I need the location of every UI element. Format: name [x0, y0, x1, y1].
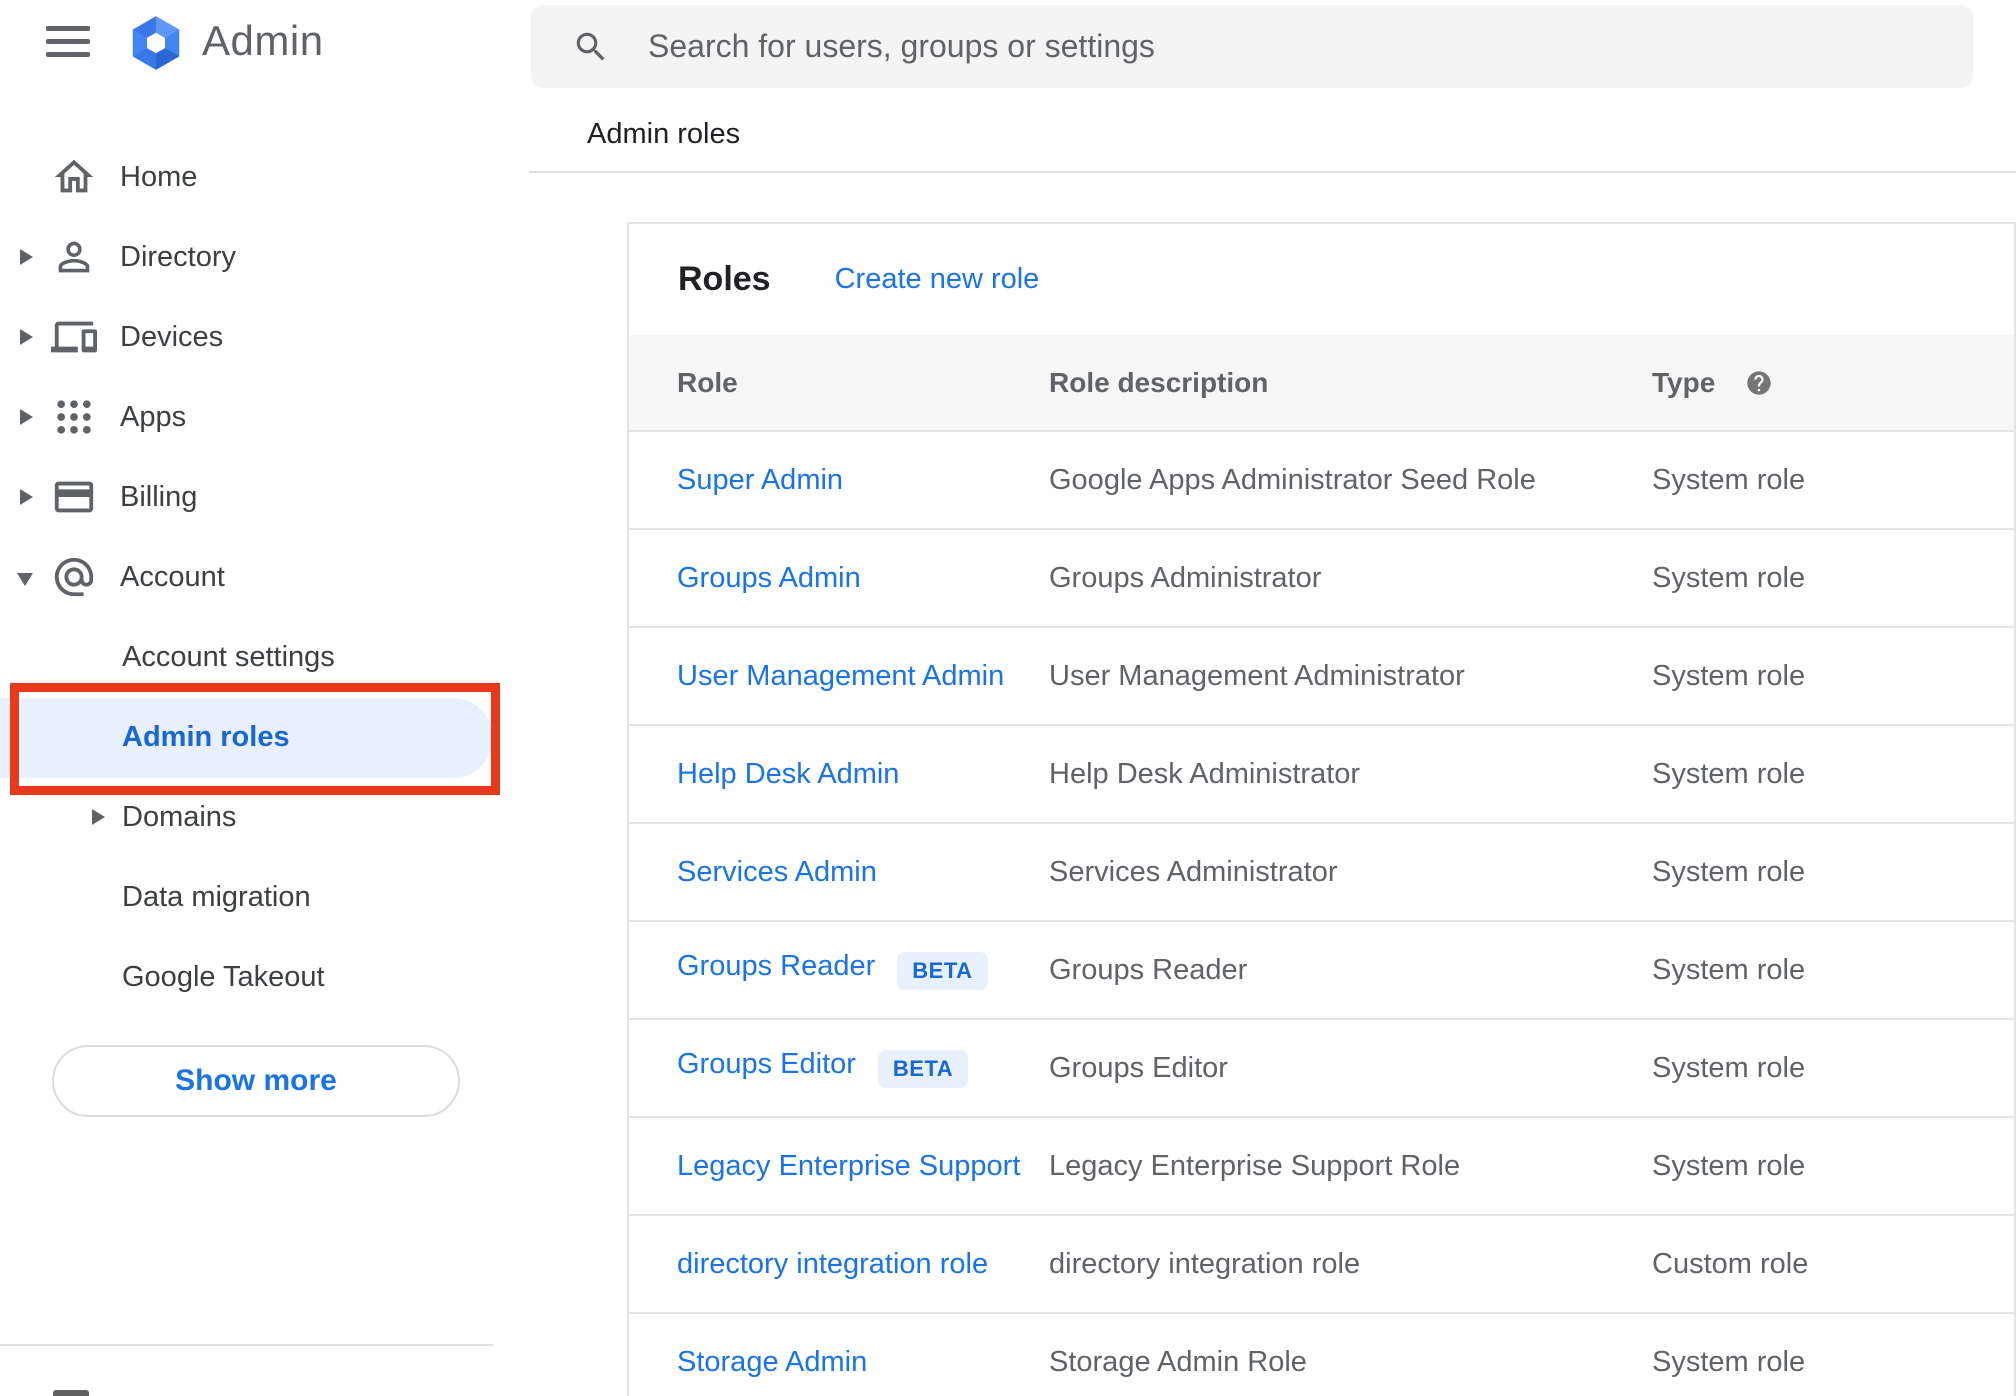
sidebar-item-account-settings[interactable]: Account settings — [0, 617, 531, 697]
caret-right-icon[interactable] — [20, 409, 33, 425]
role-link-user-management-admin[interactable]: User Management Admin — [677, 660, 1004, 692]
breadcrumb: Admin roles — [587, 118, 741, 150]
partial-cutoff-icon — [53, 1390, 89, 1396]
caret-right-icon[interactable] — [20, 249, 33, 265]
role-type: System role — [1652, 659, 1806, 692]
role-link-services-admin[interactable]: Services Admin — [677, 856, 877, 888]
role-type: System role — [1652, 757, 1806, 790]
role-description: Services Administrator — [1049, 855, 1338, 888]
role-type: System role — [1652, 1345, 1806, 1378]
beta-badge: BETA — [897, 951, 988, 990]
at-icon — [50, 553, 98, 601]
sidebar-item-billing[interactable]: Billing — [0, 457, 531, 537]
sidebar-item-account[interactable]: Account — [0, 537, 531, 617]
role-link-storage-admin[interactable]: Storage Admin — [677, 1346, 867, 1378]
table-row: Help Desk Admin Help Desk Administrator Sy… — [629, 724, 2014, 822]
column-header-description: Role description — [1049, 366, 1269, 398]
role-description: directory integration role — [1049, 1247, 1361, 1280]
role-link-super-admin[interactable]: Super Admin — [677, 464, 843, 496]
create-new-role-link[interactable]: Create new role — [835, 263, 1040, 296]
role-type: System role — [1652, 561, 1806, 594]
sidebar-item-label: Google Takeout — [122, 960, 325, 993]
sidebar-item-admin-roles[interactable]: Admin roles — [0, 697, 531, 777]
sidebar-item-label: Admin roles — [122, 720, 290, 753]
table-row: Super Admin Google Apps Administrator See… — [629, 430, 2014, 528]
role-link-groups-admin[interactable]: Groups Admin — [677, 562, 861, 594]
role-type: Custom role — [1652, 1247, 1809, 1280]
role-description: User Management Administrator — [1049, 659, 1465, 692]
role-link-groups-reader[interactable]: Groups Reader — [677, 950, 875, 982]
sidebar: Admin Home Directory Devices Apps Billing Acc… — [0, 0, 531, 1396]
table-row: directory integration role directory inte… — [629, 1214, 2014, 1312]
show-more-button[interactable]: Show more — [52, 1045, 460, 1117]
role-type: System role — [1652, 1051, 1806, 1084]
panel-title: Roles — [678, 260, 771, 298]
role-description: Groups Editor — [1049, 1051, 1228, 1084]
caret-right-icon[interactable] — [92, 809, 105, 825]
table-row: Groups Admin Groups Administrator System r… — [629, 528, 2014, 626]
caret-down-icon[interactable] — [17, 573, 33, 586]
table-row: Legacy Enterprise Support Legacy Enterpri… — [629, 1116, 2014, 1214]
column-header-role: Role — [677, 366, 738, 398]
role-description: Legacy Enterprise Support Role — [1049, 1149, 1461, 1182]
caret-right-icon[interactable] — [20, 489, 33, 505]
caret-right-icon[interactable] — [20, 329, 33, 345]
role-link-help-desk-admin[interactable]: Help Desk Admin — [677, 758, 899, 790]
role-description: Help Desk Administrator — [1049, 757, 1361, 790]
header-divider — [529, 171, 2016, 173]
role-link-legacy-enterprise-support[interactable]: Legacy Enterprise Support — [677, 1150, 1020, 1182]
sidebar-item-home[interactable]: Home — [0, 137, 531, 217]
admin-console-screen: Admin Home Directory Devices Apps Billing Acc… — [0, 0, 2016, 1396]
sidebar-item-label: Home — [120, 160, 198, 193]
sidebar-item-label: Account — [120, 560, 225, 593]
card-icon — [50, 473, 98, 521]
role-type: System role — [1652, 855, 1806, 888]
table-row: Services Admin Services Administrator Syst… — [629, 822, 2014, 920]
person-icon — [50, 233, 98, 281]
sidebar-item-label: Domains — [122, 800, 237, 833]
table-row: Groups Editor BETA Groups Editor System rol… — [629, 1018, 2014, 1116]
sidebar-item-domains[interactable]: Domains — [0, 777, 531, 857]
sidebar-item-label: Devices — [120, 320, 224, 353]
help-icon[interactable] — [1745, 369, 1773, 397]
beta-badge: BETA — [877, 1049, 969, 1088]
sidebar-item-apps[interactable]: Apps — [0, 377, 531, 457]
table-row: User Management Admin User Management Adm… — [629, 626, 2014, 724]
sidebar-item-data-migration[interactable]: Data migration — [0, 857, 531, 937]
table-row: Groups Reader BETA Groups Reader System rol… — [629, 920, 2014, 1018]
sidebar-item-label: Billing — [120, 480, 198, 513]
search-icon[interactable] — [572, 28, 610, 66]
role-type: System role — [1652, 463, 1806, 496]
role-type: System role — [1652, 953, 1806, 986]
sidebar-item-google-takeout[interactable]: Google Takeout — [0, 937, 531, 1017]
sidebar-item-label: Data migration — [122, 880, 311, 913]
search-input[interactable] — [610, 5, 1973, 88]
table-row: Storage Admin Storage Admin Role System ro… — [629, 1312, 2014, 1396]
role-type: System role — [1652, 1149, 1806, 1182]
role-description: Groups Administrator — [1049, 561, 1322, 594]
sidebar-item-devices[interactable]: Devices — [0, 297, 531, 377]
role-description: Google Apps Administrator Seed Role — [1049, 463, 1536, 496]
role-link-directory-integration-role[interactable]: directory integration role — [677, 1248, 988, 1280]
role-link-groups-editor[interactable]: Groups Editor — [677, 1048, 856, 1080]
sidebar-item-label: Directory — [120, 240, 237, 273]
table-header-row: Role Role description Type — [629, 335, 2014, 430]
table-body: Super Admin Google Apps Administrator See… — [629, 430, 2014, 1396]
role-description: Groups Reader — [1049, 953, 1248, 986]
devices-icon — [50, 313, 98, 361]
home-icon — [50, 153, 98, 201]
apps-icon — [50, 393, 98, 441]
role-description: Storage Admin Role — [1049, 1345, 1307, 1378]
roles-panel-header: Roles Create new role — [629, 224, 2014, 335]
main-area: Admin roles Roles Create new role Role R… — [529, 0, 2016, 1396]
sidebar-nav: Home Directory Devices Apps Billing Account Ac… — [0, 0, 531, 1396]
sidebar-item-label: Account settings — [122, 640, 335, 673]
sidebar-item-directory[interactable]: Directory — [0, 217, 531, 297]
sidebar-item-label: Apps — [120, 400, 187, 433]
search-bar[interactable] — [531, 5, 1973, 88]
sidebar-bottom-divider — [0, 1344, 493, 1346]
roles-panel: Roles Create new role Role Role descript… — [627, 222, 2016, 1396]
column-header-type: Type — [1652, 366, 1716, 398]
